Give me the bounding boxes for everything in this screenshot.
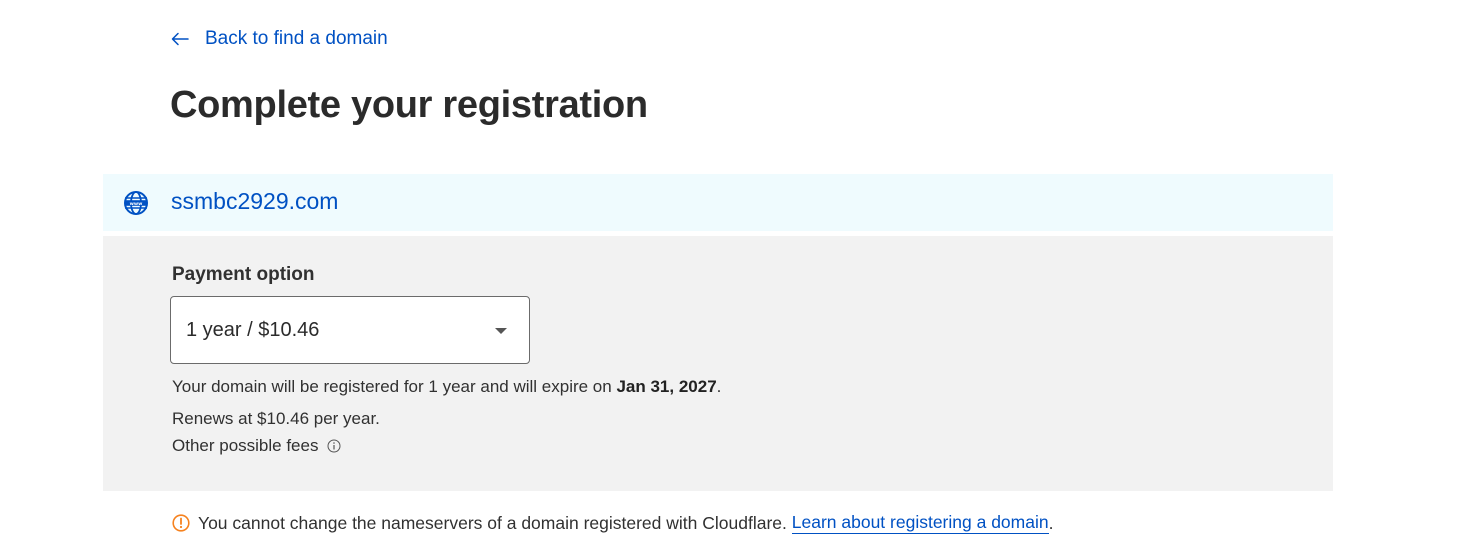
page-title: Complete your registration xyxy=(170,84,648,126)
warning-circle-icon xyxy=(172,514,190,532)
payment-option-select[interactable]: 1 year / $10.46 xyxy=(170,296,530,364)
nameserver-notice: You cannot change the nameservers of a d… xyxy=(172,512,1053,534)
svg-text:www: www xyxy=(130,202,143,207)
arrow-left-icon xyxy=(171,32,189,46)
chevron-down-icon xyxy=(495,328,507,334)
info-icon xyxy=(327,439,341,453)
domain-header: www ssmbc2929.com xyxy=(103,174,1333,231)
back-link-label: Back to find a domain xyxy=(205,28,388,49)
expiration-info: Your domain will be registered for 1 yea… xyxy=(172,377,722,396)
back-to-find-domain-link[interactable]: Back to find a domain xyxy=(171,26,388,52)
learn-registering-domain-link[interactable]: Learn about registering a domain xyxy=(791,512,1049,534)
expiration-text: Your domain will be registered for 1 yea… xyxy=(172,377,612,396)
notice-trailing: . xyxy=(1048,512,1054,533)
payment-option-value: 1 year / $10.46 xyxy=(186,319,320,341)
renewal-info: Renews at $10.46 per year. xyxy=(172,409,380,428)
other-fees-label: Other possible fees xyxy=(172,436,319,455)
payment-panel: Payment option 1 year / $10.46 Your doma… xyxy=(103,236,1333,491)
globe-www-icon: www xyxy=(124,191,148,215)
other-fees-tooltip-trigger[interactable]: Other possible fees xyxy=(172,436,341,456)
expiration-date: Jan 31, 2027 xyxy=(616,377,717,396)
domain-name: ssmbc2929.com xyxy=(171,188,339,214)
notice-text: You cannot change the nameservers of a d… xyxy=(198,512,787,533)
payment-option-label: Payment option xyxy=(172,264,315,285)
